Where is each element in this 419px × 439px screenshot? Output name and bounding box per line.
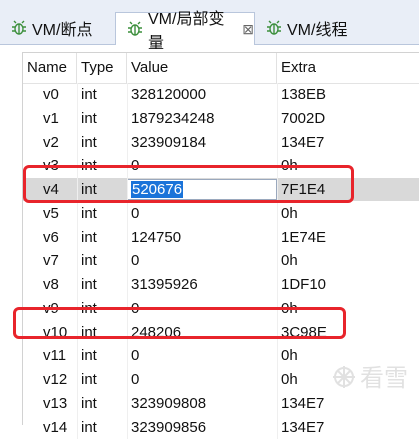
- variable-name: v14: [43, 419, 68, 436]
- table-row[interactable]: v8 int 31395926 1DF10: [23, 273, 419, 296]
- tab-label: VM/线程: [287, 22, 348, 39]
- variable-name: v12: [43, 371, 68, 388]
- variable-value[interactable]: 1879234248: [131, 107, 277, 130]
- highlight-box-v4: [23, 165, 354, 203]
- variable-extra: 1E74E: [281, 229, 327, 246]
- column-separator: [77, 83, 78, 439]
- variable-value[interactable]: 0: [131, 368, 277, 391]
- watermark-logo: 看雪: [330, 355, 416, 399]
- tab-label: VM/断点: [32, 22, 93, 39]
- variable-type: int: [81, 205, 97, 222]
- table-row[interactable]: v14 int 323909856 134E7: [23, 416, 419, 439]
- variable-extra: 134E7: [281, 395, 325, 412]
- table-row[interactable]: v6 int 124750 1E74E: [23, 226, 419, 249]
- variable-extra: 0h: [281, 252, 298, 269]
- variable-type: int: [81, 229, 97, 246]
- variable-extra: 138EB: [281, 86, 327, 103]
- column-separator: [127, 83, 128, 439]
- tab-vm-breakpoints[interactable]: VM/断点: [0, 12, 115, 44]
- column-header-extra[interactable]: Extra: [277, 53, 327, 83]
- variable-value[interactable]: 323909184: [131, 131, 277, 154]
- table-header: Name Type Value Extra: [23, 53, 419, 84]
- variable-value[interactable]: 328120000: [131, 83, 277, 106]
- variable-name: v6: [43, 229, 59, 246]
- variable-value[interactable]: 31395926: [131, 273, 277, 296]
- variable-type: int: [81, 276, 97, 293]
- variable-value[interactable]: 124750: [131, 226, 277, 249]
- column-header-name[interactable]: Name: [23, 53, 77, 83]
- variable-name: v5: [43, 205, 59, 222]
- tab-label: VM/局部变量: [148, 11, 225, 52]
- variable-name: v11: [43, 347, 67, 364]
- variable-extra: 134E7: [281, 419, 325, 436]
- variable-value[interactable]: 0: [131, 202, 277, 225]
- variable-extra: 0h: [281, 205, 298, 222]
- variable-name: v1: [43, 110, 59, 127]
- variable-type: int: [81, 252, 97, 269]
- variable-name: v13: [43, 395, 68, 412]
- tab-vm-threads[interactable]: VM/线程: [255, 12, 375, 44]
- variable-extra: 1DF10: [281, 276, 327, 293]
- bug-icon: [126, 20, 144, 38]
- variable-type: int: [81, 419, 97, 436]
- tab-vm-locals[interactable]: VM/局部变量 ⊠: [115, 11, 255, 52]
- column-header-value[interactable]: Value: [127, 53, 277, 83]
- table-row[interactable]: v7 int 0 0h: [23, 249, 419, 272]
- variable-type: int: [81, 86, 97, 103]
- bug-icon: [10, 19, 28, 37]
- column-separator: [277, 83, 278, 439]
- variable-value[interactable]: 323909856: [131, 416, 277, 439]
- variable-type: int: [81, 110, 97, 127]
- table-row[interactable]: v5 int 0 0h: [23, 202, 419, 225]
- variable-extra: 0h: [281, 347, 298, 364]
- variable-name: v8: [43, 276, 59, 293]
- table-row[interactable]: v0 int 328120000 138EB: [23, 83, 419, 106]
- variable-name: v2: [43, 134, 59, 151]
- variable-extra: 0h: [281, 371, 298, 388]
- variable-value[interactable]: 0: [131, 344, 277, 367]
- variable-value[interactable]: 323909808: [131, 392, 277, 415]
- variable-type: int: [81, 371, 97, 388]
- table-row[interactable]: v2 int 323909184 134E7: [23, 131, 419, 154]
- variable-name: v0: [43, 86, 59, 103]
- variable-type: int: [81, 395, 97, 412]
- variable-name: v7: [43, 252, 59, 269]
- variable-extra: 7002D: [281, 110, 326, 127]
- close-icon[interactable]: ⊠: [242, 21, 254, 38]
- variable-value[interactable]: 0: [131, 249, 277, 272]
- tab-strip: VM/断点 VM/局部变量 ⊠ VM/线程: [0, 0, 419, 52]
- variable-type: int: [81, 134, 97, 151]
- variable-type: int: [81, 347, 97, 364]
- variable-extra: 134E7: [281, 134, 325, 151]
- bug-icon: [265, 19, 283, 37]
- watermark-text: 看雪: [360, 364, 408, 392]
- column-header-type[interactable]: Type: [77, 53, 127, 83]
- table-row[interactable]: v1 int 1879234248 7002D: [23, 107, 419, 130]
- highlight-box-v10: [13, 307, 346, 339]
